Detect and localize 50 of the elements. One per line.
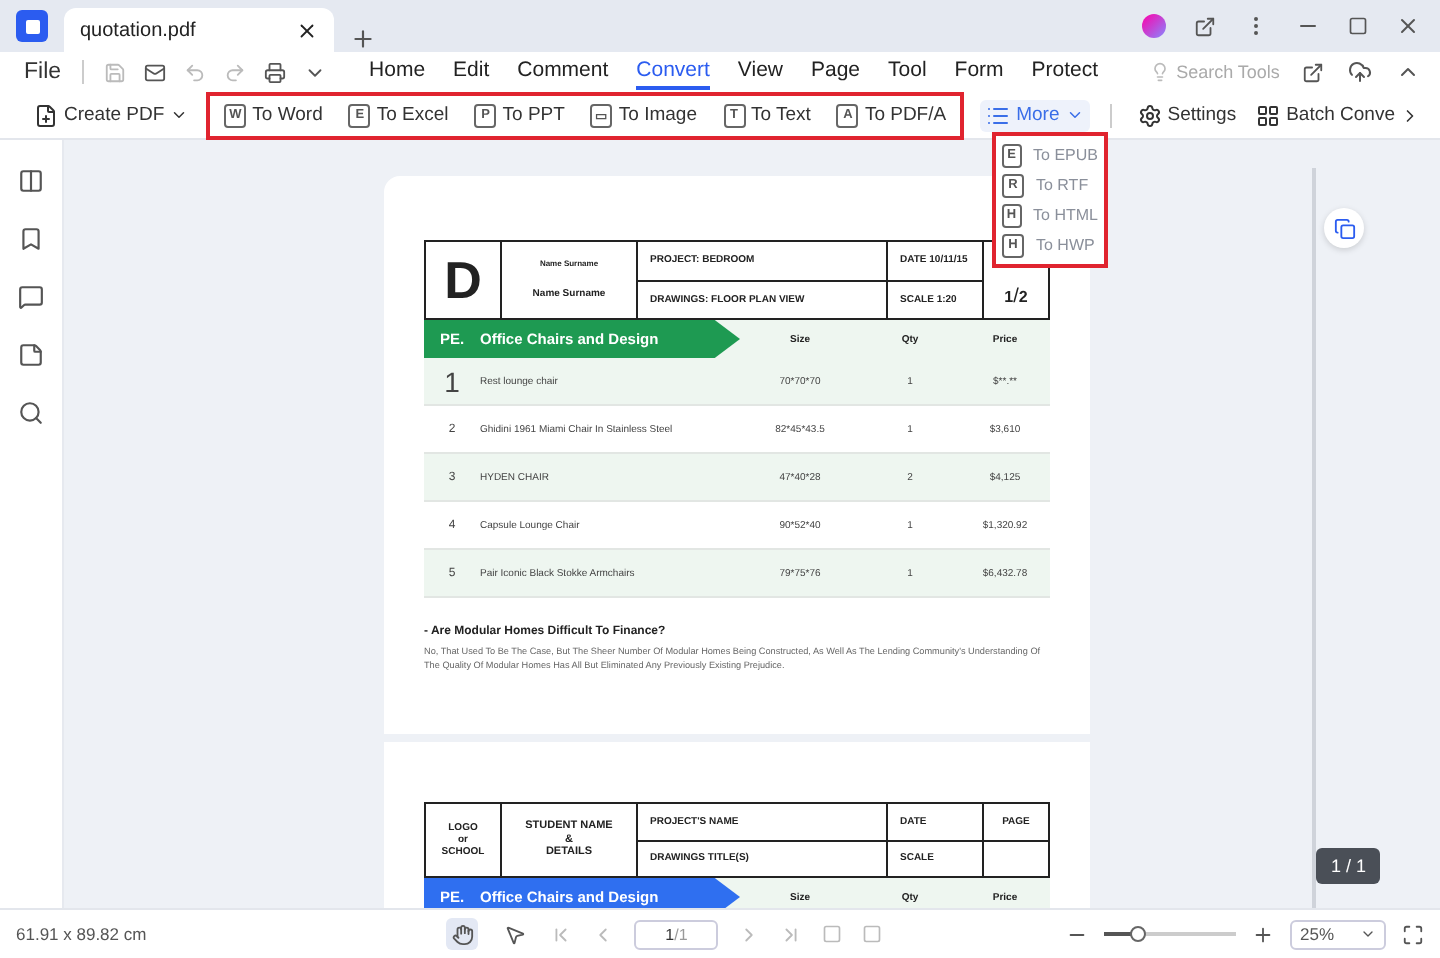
- thumbnails-icon[interactable]: [18, 168, 44, 194]
- caret-icon: [1360, 926, 1376, 942]
- mail-icon[interactable]: [143, 61, 166, 83]
- ribbon-tab[interactable]: View: [737, 54, 783, 90]
- logo-letter: D: [444, 254, 482, 306]
- settings-icon: [1137, 103, 1162, 127]
- hand-icon: [451, 923, 474, 945]
- share-icon[interactable]: [1302, 61, 1324, 83]
- select-icon: [503, 923, 526, 945]
- comment-icon[interactable]: [18, 284, 44, 310]
- bookmark-icon[interactable]: [18, 226, 44, 252]
- new-tab-icon[interactable]: [350, 26, 376, 52]
- page-fraction: 1/2: [1004, 288, 1028, 308]
- close-icon[interactable]: [1396, 14, 1420, 38]
- ribbon-tab[interactable]: Form: [954, 54, 1004, 90]
- lightbulb-icon: [1150, 62, 1171, 82]
- more-button[interactable]: More: [980, 99, 1090, 131]
- close-tab-icon[interactable]: [296, 19, 318, 41]
- attachment-icon[interactable]: [18, 342, 44, 368]
- page-size-text: 61.91 x 89.82 cm: [16, 924, 147, 944]
- caret-icon: [1065, 106, 1084, 124]
- upload-icon[interactable]: [1348, 60, 1372, 84]
- ribbon-tab[interactable]: Tool: [888, 54, 927, 90]
- ribbon-tab[interactable]: Protect: [1031, 54, 1099, 90]
- row-number: 1: [442, 365, 462, 397]
- grid-icon: [1256, 103, 1281, 127]
- hand-tool-button[interactable]: [446, 918, 479, 950]
- caret-icon: [170, 106, 189, 124]
- print-icon[interactable]: [263, 61, 286, 83]
- zoom-in-icon[interactable]: [1252, 923, 1274, 945]
- document-tab[interactable]: quotation.pdf: [64, 8, 334, 52]
- ribbon-tab[interactable]: Comment: [517, 54, 609, 90]
- page-number-field[interactable]: 1/1: [634, 919, 719, 949]
- create-pdf-button[interactable]: Create PDF: [28, 99, 195, 131]
- search-icon[interactable]: [18, 400, 44, 426]
- ribbon-tab[interactable]: Home: [369, 54, 426, 90]
- ribbon-tab[interactable]: Convert: [636, 54, 710, 90]
- avatar-icon[interactable]: [1142, 14, 1166, 38]
- app-logo: [16, 10, 48, 42]
- file-plus-icon: [34, 103, 58, 127]
- maximize-icon[interactable]: [1348, 16, 1368, 36]
- ribbon-tab[interactable]: Edit: [453, 54, 490, 90]
- file-menu[interactable]: File: [24, 60, 62, 84]
- fit-page-icon[interactable]: [1402, 923, 1424, 945]
- page-indicator: 1 / 1: [1316, 848, 1380, 884]
- search-field[interactable]: Search Tools: [1176, 62, 1293, 82]
- ribbon-tab[interactable]: Page: [811, 54, 861, 90]
- zoom-select[interactable]: 25%: [1290, 919, 1386, 949]
- batch-convert-button[interactable]: Batch Conve: [1250, 99, 1427, 131]
- settings-button[interactable]: Settings: [1131, 99, 1243, 131]
